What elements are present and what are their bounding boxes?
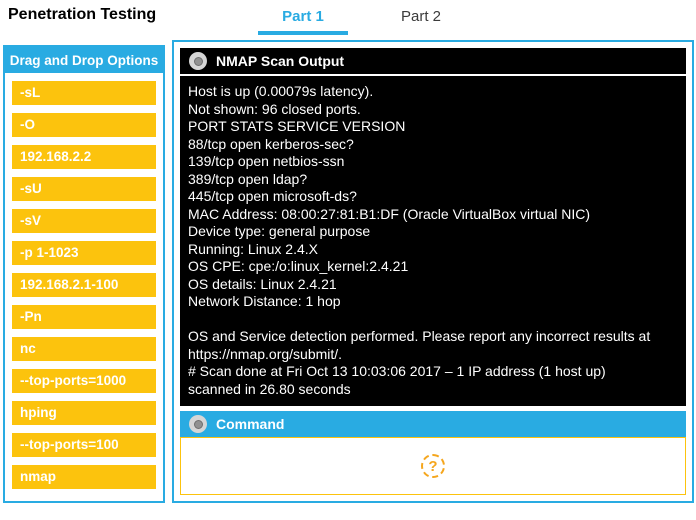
drag-drop-options-list: -sL -O 192.168.2.2 -sU -sV -p 1-1023 192.168.2… bbox=[5, 73, 163, 489]
drag-option[interactable]: -O bbox=[12, 113, 156, 137]
drag-option[interactable]: --top-ports=100 bbox=[12, 433, 156, 457]
active-tab-underline bbox=[258, 31, 348, 35]
output-line: # Scan done at Fri Oct 13 10:03:06 2017 … bbox=[188, 363, 678, 381]
drag-drop-options-header: Drag and Drop Options bbox=[5, 47, 163, 73]
radio-button-icon bbox=[189, 415, 207, 433]
drag-option[interactable]: nc bbox=[12, 337, 156, 361]
drag-option[interactable]: -p 1-1023 bbox=[12, 241, 156, 265]
output-line: PORT STATS SERVICE VERSION bbox=[188, 118, 678, 136]
nmap-scan-output-panel: NMAP Scan Output Host is up (0.00079s la… bbox=[180, 48, 686, 406]
output-line: OS CPE: cpe:/o:linux_kernel:2.4.21 bbox=[188, 258, 678, 276]
output-line: 445/tcp open microsoft-ds? bbox=[188, 188, 678, 206]
output-line: scanned in 26.80 seconds bbox=[188, 381, 678, 399]
question-mark-icon: ? bbox=[421, 454, 445, 478]
drag-option[interactable]: 192.168.2.1-100 bbox=[12, 273, 156, 297]
drag-option[interactable]: -sV bbox=[12, 209, 156, 233]
drag-option[interactable]: nmap bbox=[12, 465, 156, 489]
output-line: 88/tcp open kerberos-sec? bbox=[188, 136, 678, 154]
output-line: 389/tcp open ldap? bbox=[188, 171, 678, 189]
output-line: MAC Address: 08:00:27:81:B1:DF (Oracle V… bbox=[188, 206, 678, 224]
command-header: Command bbox=[180, 411, 686, 437]
output-line: Running: Linux 2.4.X bbox=[188, 241, 678, 259]
output-line: OS details: Linux 2.4.21 bbox=[188, 276, 678, 294]
drag-option[interactable]: --top-ports=1000 bbox=[12, 369, 156, 393]
output-line bbox=[188, 311, 678, 329]
output-line: Not shown: 96 closed ports. bbox=[188, 101, 678, 119]
drag-option[interactable]: -sU bbox=[12, 177, 156, 201]
output-line: 139/tcp open netbios-ssn bbox=[188, 153, 678, 171]
output-line: OS and Service detection performed. Plea… bbox=[188, 328, 678, 346]
command-title: Command bbox=[216, 416, 284, 432]
drag-option[interactable]: 192.168.2.2 bbox=[12, 145, 156, 169]
drag-drop-options-panel: Drag and Drop Options -sL-O192.168.2.2-s… bbox=[3, 45, 165, 503]
output-line: Network Distance: 1 hop bbox=[188, 293, 678, 311]
radio-button-icon bbox=[189, 52, 207, 70]
output-line: Host is up (0.00079s latency). bbox=[188, 83, 678, 101]
drag-option[interactable]: hping bbox=[12, 401, 156, 425]
tab-part-1[interactable]: Part 1 bbox=[258, 8, 348, 25]
page-title: Penetration Testing bbox=[8, 6, 156, 24]
exercise-main-panel: NMAP Scan Output Host is up (0.00079s la… bbox=[172, 40, 694, 503]
drag-option[interactable]: -sL bbox=[12, 81, 156, 105]
tab-part-2[interactable]: Part 2 bbox=[376, 8, 466, 25]
nmap-scan-output-text: Host is up (0.00079s latency).Not shown:… bbox=[180, 76, 686, 406]
output-line: https://nmap.org/submit/. bbox=[188, 346, 678, 364]
drag-option[interactable]: -Pn bbox=[12, 305, 156, 329]
command-drop-zone[interactable]: ? bbox=[180, 437, 686, 495]
nmap-scan-output-header: NMAP Scan Output bbox=[180, 48, 686, 76]
output-line: Device type: general purpose bbox=[188, 223, 678, 241]
nmap-scan-output-title: NMAP Scan Output bbox=[216, 53, 344, 69]
